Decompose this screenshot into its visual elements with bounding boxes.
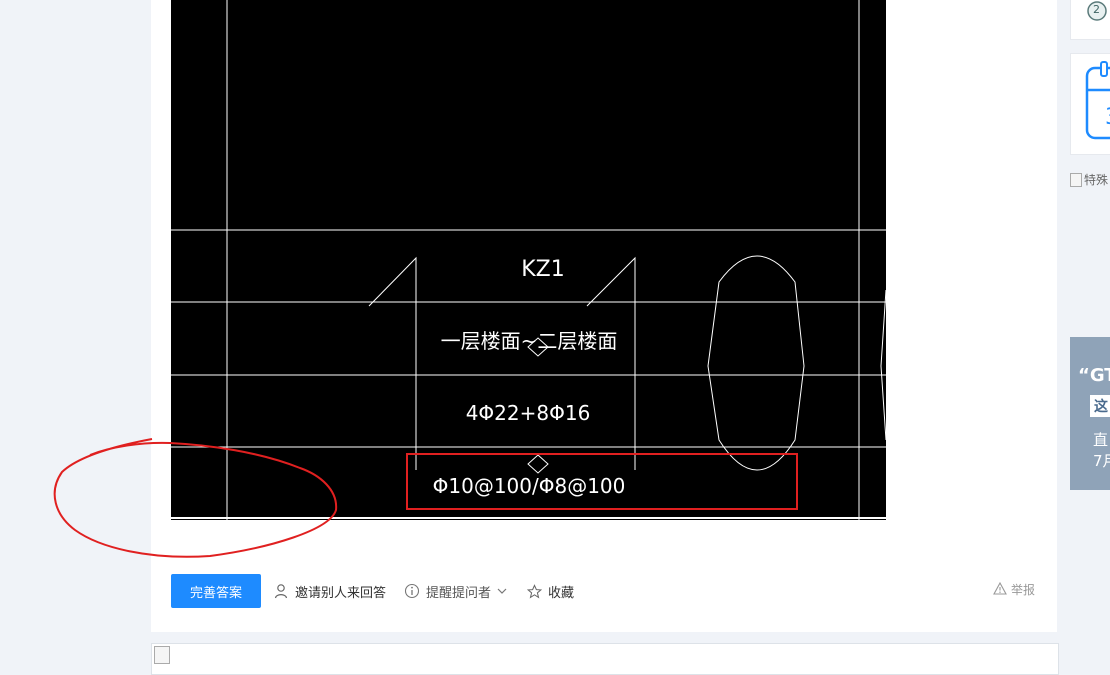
invite-action[interactable]: 邀请别人来回答 [273,582,386,601]
banner-quote: “GT [1078,365,1110,386]
calendar-icon: 3 [1071,61,1110,154]
remind-label: 提醒提问者 [426,585,492,601]
favorite-action[interactable]: 收藏 [527,582,574,601]
report-label: 举报 [1011,583,1036,597]
cad-drawing-svg: KZ1 一层楼面~二层楼面 4Φ22+8Φ16 Φ10@100/Φ8@100 [171,0,886,520]
next-card [151,643,1059,675]
chevron-down-icon [497,586,507,596]
banner-line1: 直 [1093,431,1109,449]
star-icon [527,583,543,599]
leader-line [586,256,636,470]
badge-number: 2 [1093,3,1100,16]
svg-text:3: 3 [1105,105,1110,130]
banner-line2: 7月 [1093,452,1110,470]
sidebar-card-calendar[interactable]: 3 [1070,53,1110,155]
leader-line [368,256,417,470]
favorite-label: 收藏 [548,585,575,601]
sidebar-card-top: 2 [1070,0,1110,40]
warning-icon [993,581,1007,598]
column-id-text: KZ1 [521,257,565,282]
section-oval [707,255,805,471]
report-link[interactable]: 举报 [993,581,1035,598]
section-oval-partial [880,289,886,441]
broken-image-icon [154,646,170,664]
cad-drawing-image: KZ1 一层楼面~二层楼面 4Φ22+8Φ16 Φ10@100/Φ8@100 [171,0,886,520]
badge-icon [1087,1,1107,21]
longitudinal-rebar-text: 4Φ22+8Φ16 [466,401,591,425]
info-icon [404,583,420,599]
sidebar-ad-banner[interactable]: “GT 这 直 7月 [1070,337,1110,490]
complete-answer-button[interactable]: 完善答案 [171,574,261,608]
broken-image-alt: 特殊 [1084,173,1109,187]
answer-toolbar: 完善答案 邀请别人来回答 提醒提问者 收藏 [171,574,574,608]
sidebar-broken-image: 特殊 [1070,171,1110,188]
user-icon [273,583,289,599]
stirrup-text: Φ10@100/Φ8@100 [433,474,626,498]
floor-range-text: 一层楼面~二层楼面 [441,329,618,353]
invite-label: 邀请别人来回答 [295,585,387,601]
marker-diamond [527,454,549,474]
banner-highlight: 这 [1090,395,1110,417]
remind-action[interactable]: 提醒提问者 [404,582,507,601]
